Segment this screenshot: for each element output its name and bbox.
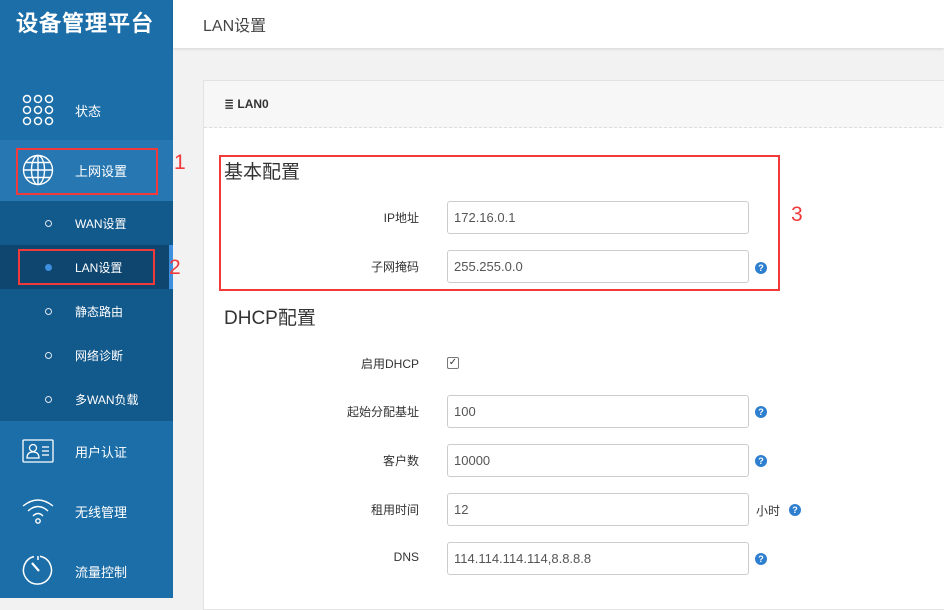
- header: LAN设置: [173, 0, 944, 48]
- lease-time-label: 租用时间: [370, 503, 419, 517]
- gauge-icon: [22, 555, 53, 585]
- bullet-icon: [45, 395, 52, 403]
- sidebar-item-diagnostics[interactable]: 网络诊断: [0, 333, 173, 377]
- panel-title: LAN0: [237, 97, 269, 111]
- sidebar-item-status[interactable]: 状态: [0, 80, 173, 140]
- annotation-label-1: 1: [174, 151, 186, 174]
- sidebar-item-auth[interactable]: 用户认证: [0, 421, 173, 481]
- annotation-box-2: [18, 249, 155, 285]
- enable-dhcp-label: 启用DHCP: [360, 357, 419, 371]
- sidebar-item-label: 无线管理: [75, 504, 128, 520]
- panel-header: ≣ LAN0: [204, 81, 944, 128]
- sidebar-item-traffic[interactable]: 流量控制: [0, 541, 173, 601]
- sidebar: 设备管理平台 状态 上网设置 WAN设置 LAN设置 静态路由 网络诊断 多WA…: [0, 0, 173, 598]
- start-address-label: 起始分配基址: [346, 405, 419, 419]
- id-card-icon: [22, 439, 54, 463]
- sidebar-item-label: 流量控制: [75, 564, 128, 580]
- bullet-icon: [45, 307, 52, 315]
- wifi-icon: [22, 499, 54, 524]
- sidebar-item-label: 网络诊断: [75, 348, 124, 363]
- sidebar-item-label: 多WAN负载: [75, 392, 139, 407]
- dhcp-config-heading: DHCP配置: [224, 308, 316, 329]
- page-title: LAN设置: [203, 18, 267, 35]
- sidebar-item-static-route[interactable]: 静态路由: [0, 289, 173, 333]
- sidebar-item-wan[interactable]: WAN设置: [0, 201, 173, 245]
- help-icon[interactable]: ?: [755, 553, 767, 565]
- annotation-label-3: 3: [791, 203, 803, 226]
- bullet-icon: [45, 219, 52, 227]
- help-icon[interactable]: ?: [789, 504, 801, 516]
- grid-dots-icon: [22, 94, 54, 126]
- annotation-box-3: [219, 155, 780, 291]
- bullet-icon: [45, 351, 52, 359]
- dns-label: DNS: [393, 550, 419, 564]
- sidebar-item-label: WAN设置: [75, 216, 127, 231]
- clients-input[interactable]: [447, 444, 749, 477]
- dns-input[interactable]: [447, 542, 749, 575]
- brand-title: 设备管理平台: [16, 11, 155, 36]
- annotation-label-2: 2: [169, 256, 181, 279]
- start-address-input[interactable]: [447, 395, 749, 428]
- lease-time-input[interactable]: [447, 493, 749, 526]
- sidebar-item-label: 用户认证: [75, 444, 128, 460]
- sidebar-item-wireless[interactable]: 无线管理: [0, 481, 173, 541]
- lease-unit: 小时: [756, 504, 781, 518]
- list-icon: ≣: [224, 97, 238, 111]
- sidebar-item-label: 状态: [75, 103, 102, 119]
- clients-label: 客户数: [382, 454, 419, 468]
- sidebar-item-multiwan[interactable]: 多WAN负载: [0, 377, 173, 421]
- sidebar-item-label: 静态路由: [75, 304, 124, 319]
- enable-dhcp-checkbox[interactable]: ✓: [447, 357, 459, 369]
- help-icon[interactable]: ?: [755, 406, 767, 418]
- help-icon[interactable]: ?: [755, 455, 767, 467]
- annotation-box-1: [16, 148, 158, 195]
